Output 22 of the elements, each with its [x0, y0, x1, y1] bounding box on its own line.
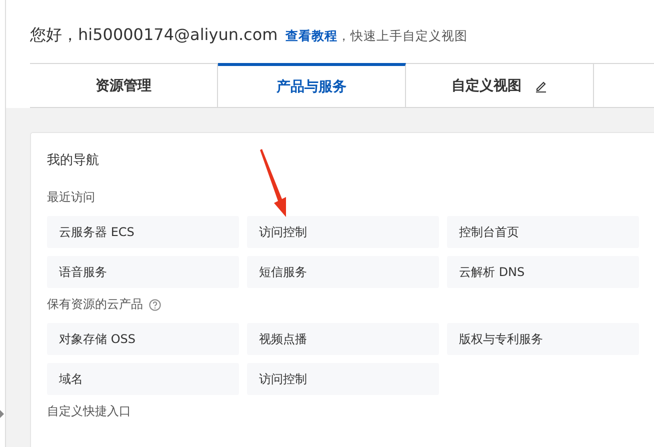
- greeting-text: 您好，hi50000174@aliyun.com: [30, 25, 278, 46]
- product-item[interactable]: 域名: [47, 363, 239, 395]
- card-title: 我的导航: [47, 152, 100, 169]
- help-icon[interactable]: [149, 298, 161, 310]
- section-title: 最近访问: [47, 189, 95, 206]
- tab[interactable]: 产品与服务: [218, 63, 406, 107]
- product-item[interactable]: 对象存储 OSS: [47, 323, 239, 355]
- section-title: 自定义快捷入口: [47, 403, 131, 420]
- product-item[interactable]: 语音服务: [47, 256, 239, 288]
- tab[interactable]: 自定义视图: [406, 63, 594, 107]
- tutorial-link[interactable]: 查看教程: [286, 28, 338, 45]
- product-item[interactable]: 版权与专利服务: [447, 323, 639, 355]
- product-item[interactable]: 云服务器 ECS: [47, 216, 239, 248]
- tutorial-hint: ，快速上手自定义视图: [338, 28, 468, 45]
- product-item[interactable]: 访问控制: [247, 216, 439, 248]
- tab[interactable]: 资源管理: [30, 63, 218, 107]
- section-title: 保有资源的云产品: [47, 296, 143, 313]
- product-item[interactable]: 短信服务: [247, 256, 439, 288]
- product-item[interactable]: 控制台首页: [447, 216, 639, 248]
- product-item[interactable]: 视频点播: [247, 323, 439, 355]
- product-item[interactable]: 云解析 DNS: [447, 256, 639, 288]
- product-item[interactable]: 访问控制: [247, 363, 439, 395]
